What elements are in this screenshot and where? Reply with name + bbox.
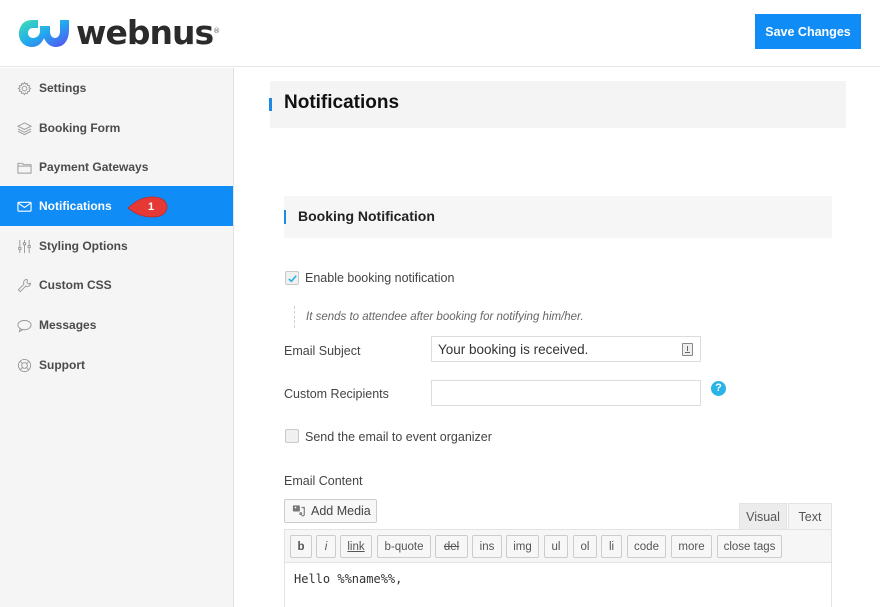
tab-visual[interactable]: Visual bbox=[739, 503, 787, 530]
sliders-icon bbox=[17, 239, 32, 254]
enable-booking-notification-checkbox[interactable] bbox=[285, 271, 299, 285]
media-icon bbox=[292, 505, 305, 517]
quicktag-bquote-button[interactable]: b-quote bbox=[377, 535, 431, 558]
quicktag-ins-button[interactable]: ins bbox=[472, 535, 502, 558]
quicktag-code-button[interactable]: code bbox=[627, 535, 666, 558]
send-to-organizer-label: Send the email to event organizer bbox=[305, 430, 492, 444]
quicktag-italic-button[interactable]: i bbox=[316, 535, 336, 558]
section-title: Booking Notification bbox=[298, 208, 435, 224]
quicktag-link-button[interactable]: link bbox=[340, 535, 372, 558]
sidebar-item-settings[interactable]: Settings bbox=[0, 68, 233, 108]
quicktag-img-button[interactable]: img bbox=[506, 535, 539, 558]
sidebar-item-booking-form[interactable]: Booking Form bbox=[0, 108, 233, 148]
sidebar-item-label: Messages bbox=[39, 318, 97, 332]
chat-bubble-icon bbox=[17, 318, 32, 333]
add-media-label: Add Media bbox=[311, 504, 371, 518]
sidebar: Settings Booking Form Payment Gateways N… bbox=[0, 68, 234, 607]
sidebar-item-messages[interactable]: Messages bbox=[0, 305, 233, 345]
sidebar-item-payment-gateways[interactable]: Payment Gateways bbox=[0, 147, 233, 187]
section-header: Booking Notification bbox=[284, 196, 832, 238]
layers-icon bbox=[17, 121, 32, 136]
sidebar-item-label: Notifications bbox=[39, 199, 112, 213]
quicktag-close-tags-button[interactable]: close tags bbox=[717, 535, 782, 558]
envelope-icon bbox=[17, 199, 32, 214]
page-title-bar: Notifications bbox=[269, 81, 846, 128]
sidebar-item-label: Support bbox=[39, 358, 85, 372]
add-media-button[interactable]: Add Media bbox=[284, 499, 377, 523]
sidebar-item-support[interactable]: Support bbox=[0, 345, 233, 385]
quicktag-bold-button[interactable]: b bbox=[290, 535, 312, 558]
email-content-editor: b i link b-quote del ins img ul ol li co… bbox=[284, 529, 832, 607]
header: webnus ® Save Changes bbox=[0, 0, 880, 67]
email-subject-input[interactable] bbox=[431, 336, 701, 362]
webnus-logo-mark-icon bbox=[19, 20, 69, 47]
custom-recipients-input[interactable] bbox=[431, 380, 701, 406]
lifebuoy-icon bbox=[17, 358, 32, 373]
quicktag-ul-button[interactable]: ul bbox=[544, 535, 568, 558]
quicktag-li-button[interactable]: li bbox=[601, 535, 622, 558]
hint-text: It sends to attendee after booking for n… bbox=[294, 306, 584, 328]
save-changes-button[interactable]: Save Changes bbox=[755, 14, 861, 49]
quicktag-ol-button[interactable]: ol bbox=[573, 535, 597, 558]
sidebar-item-label: Payment Gateways bbox=[39, 160, 149, 174]
sidebar-item-label: Styling Options bbox=[39, 239, 128, 253]
send-to-organizer-checkbox[interactable] bbox=[285, 429, 299, 443]
folder-icon bbox=[17, 160, 32, 175]
step-callout-badge: 1 bbox=[126, 195, 168, 219]
checkmark-icon bbox=[288, 275, 297, 283]
quicktag-more-button[interactable]: more bbox=[671, 535, 712, 558]
sidebar-item-label: Custom CSS bbox=[39, 278, 112, 292]
page-title: Notifications bbox=[284, 92, 400, 113]
sidebar-item-styling-options[interactable]: Styling Options bbox=[0, 226, 233, 266]
sidebar-item-label: Booking Form bbox=[39, 121, 121, 135]
main-content: Notifications Booking Notification Enabl… bbox=[235, 68, 880, 607]
tab-text[interactable]: Text bbox=[788, 503, 832, 530]
enable-booking-notification-label: Enable booking notification bbox=[305, 271, 455, 285]
title-accent-bar bbox=[269, 98, 272, 111]
quicktag-del-button[interactable]: del bbox=[435, 535, 468, 558]
sidebar-item-notifications[interactable]: Notifications 1 bbox=[0, 186, 233, 226]
logo: webnus ® bbox=[18, 13, 221, 52]
section-accent-bar bbox=[284, 210, 286, 224]
quicktags-toolbar: b i link b-quote del ins img ul ol li co… bbox=[285, 530, 831, 563]
input-placeholder-icon[interactable] bbox=[682, 343, 693, 356]
help-icon[interactable]: ? bbox=[711, 381, 726, 396]
sidebar-item-custom-css[interactable]: Custom CSS bbox=[0, 265, 233, 305]
wrench-icon bbox=[17, 278, 32, 293]
custom-recipients-label: Custom Recipients bbox=[284, 387, 389, 401]
brand-name: webnus ® bbox=[76, 13, 221, 52]
email-content-textarea[interactable]: Hello %%name%%, bbox=[294, 572, 402, 586]
gear-icon bbox=[17, 80, 32, 96]
sidebar-item-label: Settings bbox=[39, 81, 87, 95]
app: webnus ® Save Changes Settings Booking Fo… bbox=[0, 0, 880, 607]
email-content-label: Email Content bbox=[284, 474, 363, 488]
email-subject-label: Email Subject bbox=[284, 344, 361, 358]
